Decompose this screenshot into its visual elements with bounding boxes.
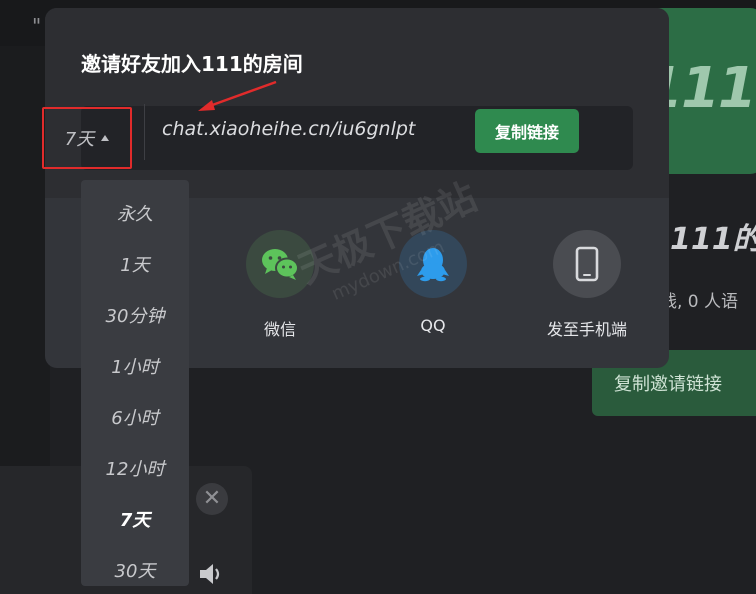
modal-title: 邀请好友加入111的房间 [81, 52, 303, 76]
duration-option-12h[interactable]: 12小时 [81, 442, 189, 493]
duration-option-1h[interactable]: 1小时 [81, 340, 189, 391]
copy-link-button[interactable]: 复制链接 [475, 109, 579, 153]
wechat-label: 微信 [263, 320, 296, 339]
share-qq[interactable]: QQ [373, 230, 493, 335]
duration-option-30d[interactable]: 30天 [81, 544, 189, 586]
phone-label: 发至手机端 [546, 320, 627, 339]
invite-link-url: chat.xiaoheihe.cn/iu6gnlpt [162, 118, 416, 140]
duration-option-30m[interactable]: 30分钟 [81, 289, 189, 340]
duration-dropdown: 永久 1天 30分钟 1小时 6小时 12小时 7天 30天 [81, 180, 189, 586]
share-to-phone[interactable]: 发至手机端 [527, 230, 647, 340]
caret-up-icon [101, 135, 110, 141]
duration-option-7d[interactable]: 7天 [81, 493, 189, 544]
room-title: 111的 [670, 222, 756, 257]
duration-option-6h[interactable]: 6小时 [81, 391, 189, 442]
annotation-arrow-icon [198, 80, 277, 111]
qq-icon[interactable] [399, 230, 467, 298]
duration-option-forever[interactable]: 永久 [81, 187, 189, 238]
phone-icon[interactable] [553, 230, 621, 298]
duration-option-1d[interactable]: 1天 [81, 238, 189, 289]
close-icon[interactable]: ✕ [196, 483, 228, 515]
duration-selected-value: 7天 [64, 129, 95, 150]
room-stats: 线, 0 人语 [660, 292, 739, 312]
share-wechat[interactable]: 微信 [220, 230, 340, 340]
speaker-icon[interactable] [198, 562, 226, 588]
topbar-glyph: " [32, 14, 42, 38]
duration-select[interactable]: 7天 [42, 107, 132, 169]
link-row-divider [144, 104, 145, 160]
qq-label: QQ [420, 316, 446, 335]
wechat-icon[interactable] [246, 230, 314, 298]
